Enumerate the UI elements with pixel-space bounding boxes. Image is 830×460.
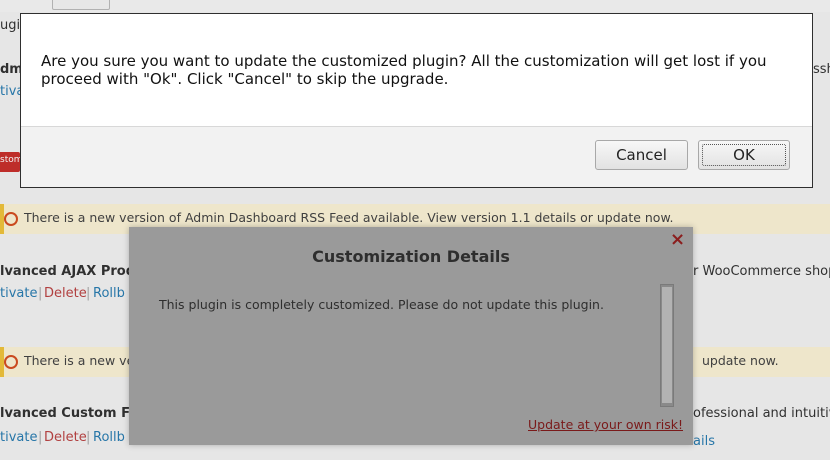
dialog-message: Are you sure you want to update the cust… (41, 52, 767, 88)
cancel-button-label: Cancel (616, 146, 667, 164)
cancel-button[interactable]: Cancel (595, 140, 688, 170)
ok-button[interactable]: OK (698, 140, 790, 170)
confirm-dialog: Are you sure you want to update the cust… (20, 13, 813, 188)
modal-title: Customization Details (312, 247, 510, 266)
modal-body-text: This plugin is completely customized. Pl… (159, 297, 604, 312)
ok-button-label: OK (733, 146, 755, 164)
customization-details-modal: × Customization Details This plugin is c… (129, 227, 693, 445)
scrollbar-thumb[interactable] (662, 287, 672, 403)
update-at-own-risk-link[interactable]: Update at your own risk! (528, 417, 683, 432)
dialog-message-area: Are you sure you want to update the cust… (21, 14, 812, 127)
modal-scrollbar[interactable] (660, 284, 674, 407)
